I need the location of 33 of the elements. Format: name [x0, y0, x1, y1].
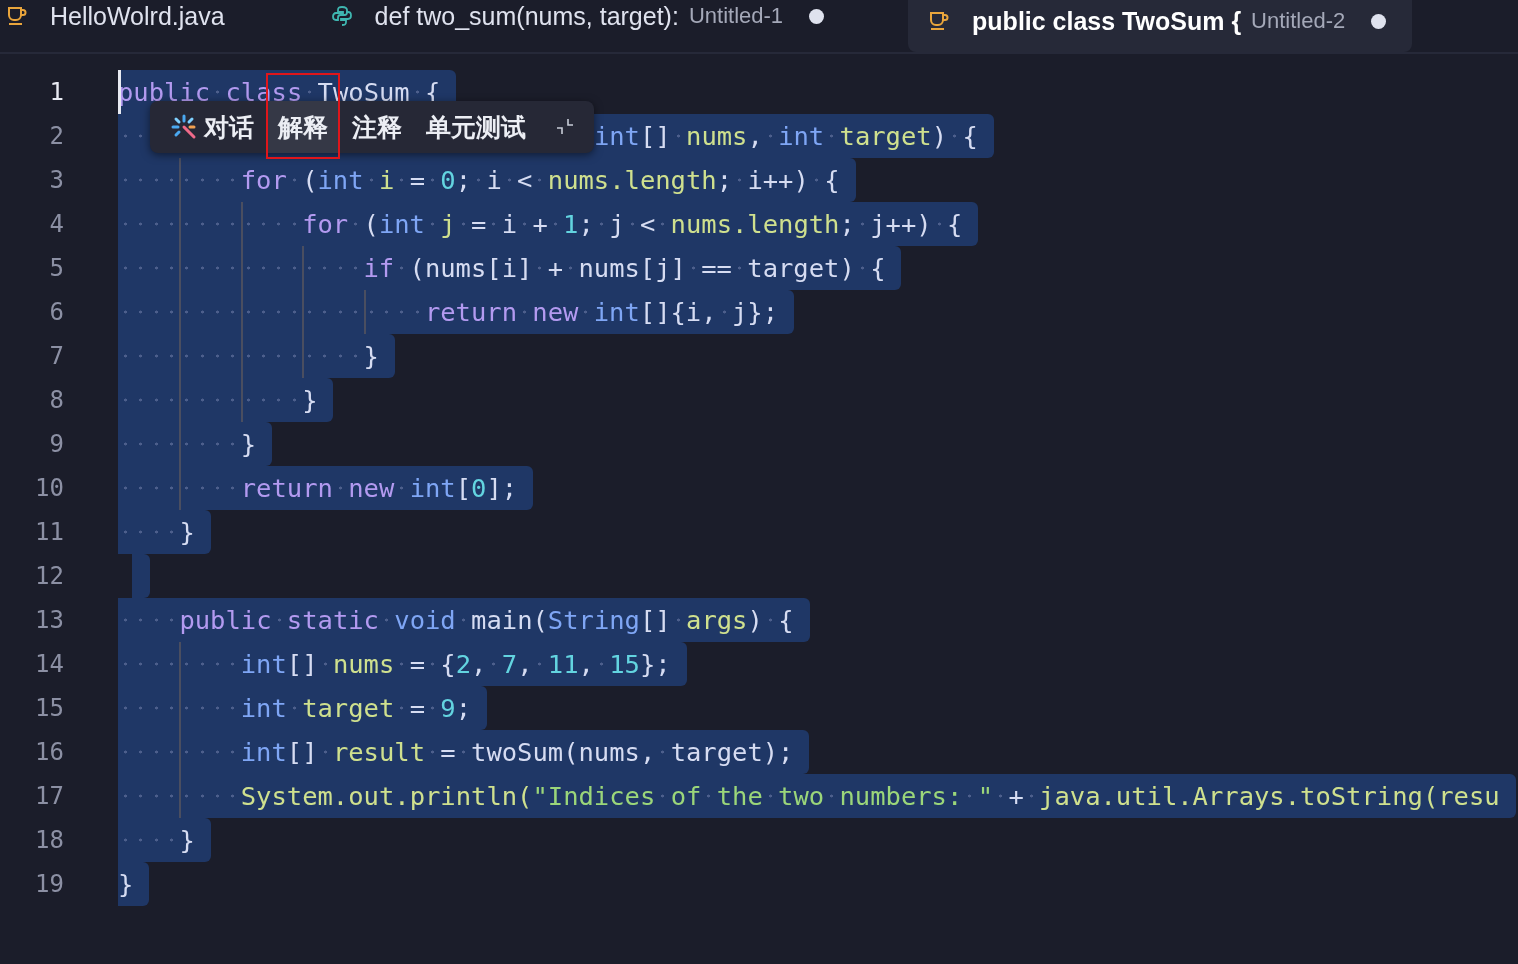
tab-title: HelloWolrd.java	[50, 1, 225, 31]
cup-icon	[928, 10, 951, 32]
tab-title: public class TwoSum {	[972, 6, 1242, 36]
line-number: 5	[48, 254, 64, 282]
text-cursor	[118, 70, 121, 114]
python-icon	[330, 5, 353, 27]
line-number: 3	[48, 166, 64, 194]
tab-title: def two_sum(nums, target):	[374, 1, 679, 31]
toolbar-button[interactable]: 解释	[268, 101, 338, 153]
line-number: 14	[34, 650, 64, 678]
line-number: 15	[34, 694, 64, 722]
line-number: 1	[48, 78, 64, 106]
line-number: 17	[34, 782, 64, 810]
line-number: 11	[34, 518, 64, 546]
line-number: 16	[34, 738, 64, 766]
line-number: 13	[34, 606, 64, 634]
editor-tab[interactable]: def two_sum(nums, target): Untitled-1	[330, 0, 851, 52]
line-number: 4	[48, 210, 64, 238]
cup-icon	[6, 5, 28, 27]
sparkle-icon	[170, 113, 198, 141]
line-number: 2	[48, 122, 64, 150]
editor-tab[interactable]: HelloWolrd.java	[6, 0, 251, 52]
line-number: 10	[34, 474, 64, 502]
line-number: 9	[48, 430, 64, 458]
line-number: 18	[34, 826, 64, 854]
tab-description: Untitled-1	[688, 3, 784, 29]
editor-tab[interactable]: public class TwoSum { Untitled-2	[908, 0, 1413, 52]
line-number: 6	[48, 298, 64, 326]
tab-description: Untitled-2	[1251, 8, 1346, 34]
line-number: 8	[48, 386, 64, 414]
line-number: 7	[48, 342, 64, 370]
line-number: 12	[34, 562, 64, 590]
line-number: 19	[34, 870, 64, 898]
